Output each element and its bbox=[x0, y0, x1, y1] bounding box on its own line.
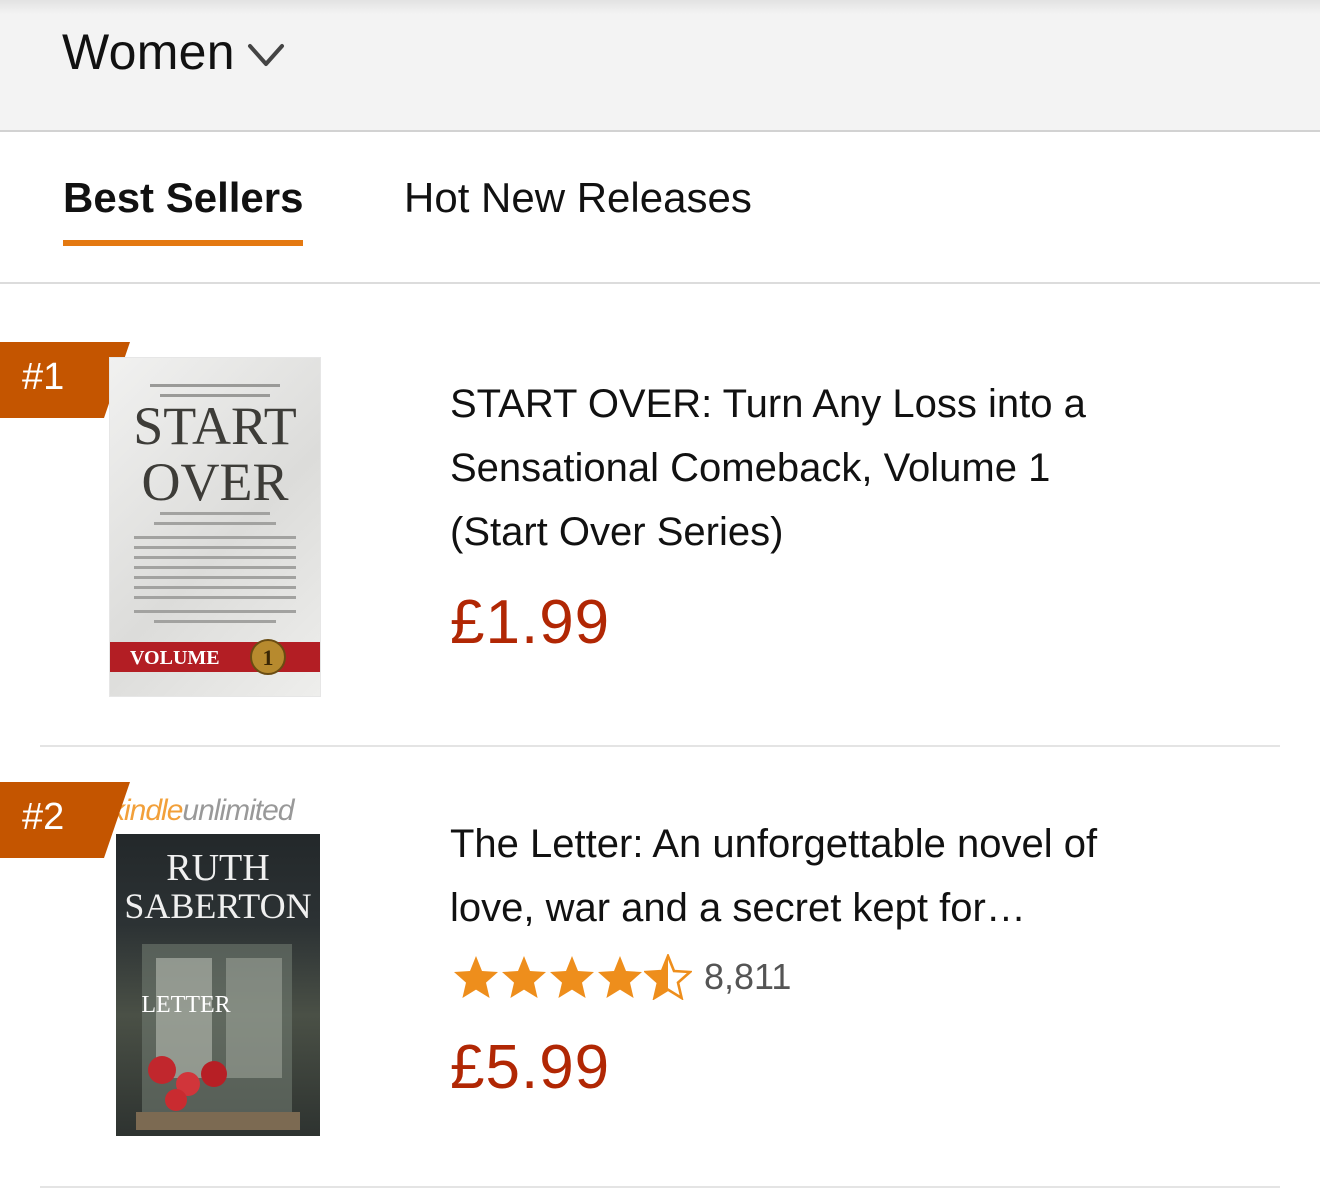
item-title-line: Sensational Comeback, Volume 1 bbox=[450, 446, 1051, 490]
divider bbox=[40, 1186, 1280, 1188]
list-item[interactable]: kindleunlimited #2 RUTH SABERTON LETTER … bbox=[0, 782, 1320, 1185]
cover-author-line-2: SABERTON bbox=[124, 886, 311, 926]
item-title-line: (Start Over Series) bbox=[450, 510, 784, 554]
item-price: £5.99 bbox=[450, 1033, 611, 1102]
star-rating[interactable]: 8,811 bbox=[452, 952, 791, 1002]
rank-badge: #2 bbox=[0, 782, 130, 858]
book-cover-image[interactable]: RUTH SABERTON LETTER bbox=[116, 834, 320, 1136]
book-cover-image[interactable]: START OVER VOLUME 1 bbox=[110, 358, 320, 696]
cover-author-line-1: RUTH bbox=[166, 847, 269, 889]
star-full-icon bbox=[550, 956, 594, 998]
star-full-icon bbox=[454, 956, 498, 998]
item-price: £1.99 bbox=[450, 588, 611, 657]
item-title-line: The Letter: An unforgettable novel of bbox=[450, 822, 1098, 866]
cover-book-title: LETTER bbox=[141, 992, 230, 1018]
tab-bar: Best Sellers Hot New Releases bbox=[0, 132, 1320, 284]
star-full-icon bbox=[598, 956, 642, 998]
cover-volume-label: VOLUME bbox=[130, 647, 220, 669]
item-title-line: START OVER: Turn Any Loss into a bbox=[450, 382, 1086, 426]
category-label: Women bbox=[62, 24, 235, 80]
item-title-line: love, war and a secret kept for… bbox=[450, 886, 1026, 930]
item-title[interactable]: START OVER: Turn Any Loss into a Sensati… bbox=[450, 372, 1270, 564]
star-full-icon bbox=[502, 956, 546, 998]
cover-title-line-1: START bbox=[133, 396, 296, 456]
star-half-icon bbox=[644, 954, 692, 1000]
category-header: Women bbox=[0, 0, 1320, 132]
kindle-unlimited-badge: kindleunlimited bbox=[110, 794, 294, 827]
divider bbox=[40, 745, 1280, 747]
rating-count: 8,811 bbox=[704, 956, 792, 997]
tab-hot-new-releases[interactable]: Hot New Releases bbox=[404, 174, 752, 222]
cover-title-line-2: OVER bbox=[142, 452, 289, 512]
tab-best-sellers[interactable]: Best Sellers bbox=[63, 174, 304, 246]
item-title[interactable]: The Letter: An unforgettable novel of lo… bbox=[450, 812, 1270, 940]
stars bbox=[452, 954, 692, 1000]
cover-volume-number: 1 bbox=[263, 645, 274, 670]
list-item[interactable]: #1 START OVER VOLUME 1 START OVER: Turn … bbox=[0, 342, 1320, 745]
rank-number: #1 bbox=[22, 356, 65, 398]
category-dropdown[interactable]: Women bbox=[62, 20, 285, 84]
chevron-down-icon bbox=[247, 44, 284, 66]
rank-number: #2 bbox=[22, 796, 65, 838]
